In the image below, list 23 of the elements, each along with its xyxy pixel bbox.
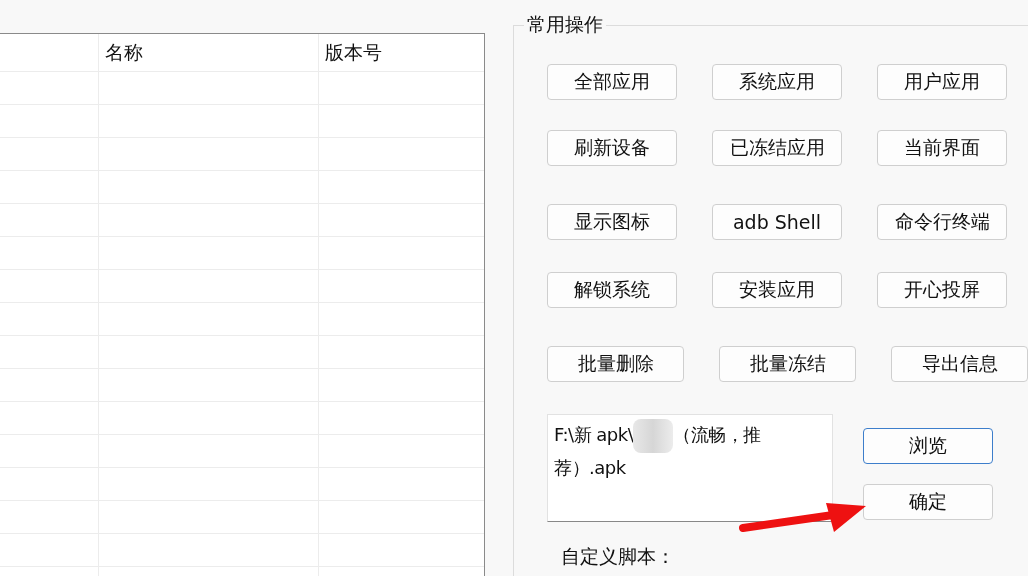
- action-button[interactable]: 系统应用: [712, 64, 842, 100]
- action-button[interactable]: 开心投屏: [877, 272, 1007, 308]
- action-button[interactable]: adb Shell: [712, 204, 842, 240]
- action-button[interactable]: 安装应用: [712, 272, 842, 308]
- path-field[interactable]: F:\新 apk\ （流畅，推荐）.apk: [547, 414, 833, 522]
- column-header: 名称: [98, 34, 318, 72]
- action-button[interactable]: 导出信息: [891, 346, 1028, 382]
- ok-button[interactable]: 确定: [863, 484, 993, 520]
- action-button[interactable]: 用户应用: [877, 64, 1007, 100]
- blur-patch: [633, 419, 674, 453]
- action-button[interactable]: 全部应用: [547, 64, 677, 100]
- action-button[interactable]: 显示图标: [547, 204, 677, 240]
- column-header: 版本号: [318, 34, 484, 72]
- action-button[interactable]: 已冻结应用: [712, 130, 842, 166]
- action-button[interactable]: 批量冻结: [719, 346, 856, 382]
- action-button[interactable]: 解锁系统: [547, 272, 677, 308]
- script-label: 自定义脚本：: [561, 544, 676, 569]
- action-button[interactable]: 命令行终端: [877, 204, 1007, 240]
- browse-button[interactable]: 浏览: [863, 428, 993, 464]
- action-button[interactable]: 当前界面: [877, 130, 1007, 166]
- action-button[interactable]: 批量删除: [547, 346, 684, 382]
- action-button[interactable]: 刷新设备: [547, 130, 677, 166]
- arrow-icon: [739, 503, 866, 532]
